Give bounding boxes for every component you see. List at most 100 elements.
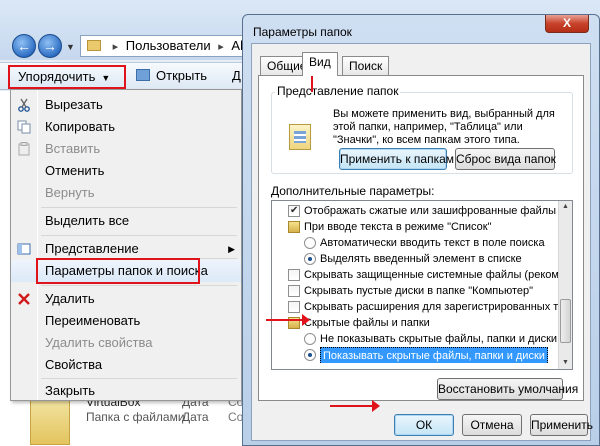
close-icon[interactable]: X (545, 15, 589, 33)
folder-icon (288, 221, 300, 233)
tab-view[interactable]: Вид (302, 52, 338, 76)
open-icon (136, 69, 150, 81)
dialog-title: Параметры папок (253, 25, 352, 39)
organize-button[interactable]: Упорядочить ▼ (8, 65, 126, 89)
setting-label: Скрывать защищенные системные файлы (рек… (304, 269, 558, 281)
setting-show-hidden[interactable]: Показывать скрытые файлы, папки и диски (272, 347, 558, 363)
setting-label: Отображать сжатые или зашифрованные файл… (304, 205, 558, 217)
file-type: Папка с файлами (86, 410, 185, 424)
menu-separator (41, 207, 237, 208)
forward-arrow-icon[interactable]: → (38, 34, 62, 58)
menu-item-label: Закрыть (45, 383, 96, 398)
menu-item-label: Удалить (45, 291, 95, 306)
chevron-down-icon: ▼ (101, 73, 111, 83)
scissors-icon (18, 98, 30, 112)
setting-label: Не показывать скрытые файлы, папки и дис… (320, 333, 558, 345)
breadcrumb-users[interactable]: Пользователи (126, 38, 211, 53)
scroll-down-icon[interactable]: ▼ (560, 357, 571, 369)
menu-item-label: Выделить все (45, 213, 130, 228)
scrollbar[interactable]: ▲ ▼ (558, 201, 572, 369)
cancel-button[interactable]: Отмена (462, 414, 522, 436)
radio-button[interactable] (304, 333, 316, 345)
menu-item-label: Вырезать (45, 97, 103, 112)
menu-item-paste[interactable]: Вставить (11, 138, 241, 160)
checkbox[interactable] (288, 269, 300, 281)
menu-item-close[interactable]: Закрыть (11, 380, 241, 402)
setting-show-compressed[interactable]: Отображать сжатые или зашифрованные файл… (272, 203, 558, 219)
setting-label: При вводе текста в режиме "Список" (304, 221, 492, 233)
menu-item-copy[interactable]: Копировать (11, 116, 241, 138)
checkbox[interactable] (288, 301, 300, 313)
breadcrumb-separator: ▸ (218, 41, 224, 53)
checkbox[interactable] (288, 285, 300, 297)
menu-separator (41, 235, 237, 236)
ok-button[interactable]: ОК (394, 414, 454, 436)
menu-item-select-all[interactable]: Выделить все (11, 210, 241, 232)
copy-icon (17, 120, 31, 134)
menu-item-label: Отменить (45, 163, 105, 178)
restore-defaults-button[interactable]: Восстановить умолчания (437, 378, 578, 400)
toolbar-clipped-button[interactable]: Д (232, 68, 241, 83)
submenu-arrow-icon: ▶ (228, 244, 235, 254)
reset-folders-button[interactable]: Сброс вида папок (455, 148, 556, 170)
organize-menu: Вырезать Копировать Вставить Отменить Ве… (10, 89, 242, 401)
setting-group-typing: При вводе текста в режиме "Список" (272, 219, 558, 235)
highlight-box-folder-options (36, 258, 200, 284)
menu-item-properties[interactable]: Свойства (11, 354, 241, 376)
setting-select-typed[interactable]: Выделять введенный элемент в списке (272, 251, 558, 267)
setting-label: Скрытые файлы и папки (304, 317, 430, 329)
radio-button[interactable] (304, 253, 316, 265)
menu-item-delete[interactable]: Удалить (11, 288, 241, 310)
setting-dont-show-hidden[interactable]: Не показывать скрытые файлы, папки и дис… (272, 331, 558, 347)
file-date-label: Дата (182, 410, 209, 424)
open-button[interactable]: Открыть (136, 68, 207, 83)
dialog-body: Общие Вид Поиск Представление папок Вы м… (251, 43, 593, 441)
view-tab-panel: Представление папок Вы можете применить … (258, 75, 584, 401)
menu-item-undo[interactable]: Отменить (11, 160, 241, 182)
paste-icon (18, 142, 30, 156)
menu-item-cut[interactable]: Вырезать (11, 94, 241, 116)
history-dropdown-icon[interactable]: ▼ (66, 42, 75, 52)
scroll-up-icon[interactable]: ▲ (560, 201, 571, 213)
folder-icon (30, 395, 70, 445)
menu-separator (41, 378, 237, 379)
menu-item-rename[interactable]: Переименовать (11, 310, 241, 332)
menu-item-label: Свойства (45, 357, 103, 372)
menu-item-label: Переименовать (45, 313, 141, 328)
menu-item-label: Представление (45, 241, 139, 256)
menu-separator (41, 285, 237, 286)
menu-item-label: Вернуть (45, 185, 95, 200)
menu-item-layout[interactable]: Представление ▶ (11, 238, 241, 260)
menu-item-label: Удалить свойства (45, 335, 153, 350)
setting-group-hidden: Скрытые файлы и папки (272, 315, 558, 331)
organize-label: Упорядочить (18, 69, 96, 84)
back-arrow-icon[interactable]: ← (12, 34, 36, 58)
checkbox[interactable] (288, 203, 300, 219)
menu-item-remove-properties[interactable]: Удалить свойства (11, 332, 241, 354)
advanced-settings-list[interactable]: Отображать сжатые или зашифрованные файл… (271, 200, 573, 370)
setting-hide-extensions[interactable]: Скрывать расширения для зарегистрированн… (272, 299, 558, 315)
annotation-arrow-right (330, 400, 380, 412)
advanced-settings-label: Дополнительные параметры: (271, 184, 435, 198)
setting-label: Скрывать расширения для зарегистрированн… (304, 301, 558, 313)
menu-item-label: Вставить (45, 141, 101, 156)
setting-hide-empty-drives[interactable]: Скрывать пустые диски в папке "Компьютер… (272, 283, 558, 299)
setting-label: Скрывать пустые диски в папке "Компьютер… (304, 285, 534, 297)
scrollbar-thumb[interactable] (560, 299, 571, 343)
setting-hide-protected[interactable]: Скрывать защищенные системные файлы (рек… (272, 267, 558, 283)
setting-auto-search[interactable]: Автоматически вводить текст в поле поиск… (272, 235, 558, 251)
apply-to-folders-button[interactable]: Применить к папкам (339, 148, 454, 170)
radio-button[interactable] (304, 237, 316, 249)
folder-options-dialog: Параметры папок X Общие Вид Поиск Предст… (242, 14, 600, 446)
radio-button[interactable] (304, 349, 316, 361)
menu-item-label: Копировать (45, 119, 115, 134)
setting-label: Выделять введенный элемент в списке (320, 253, 522, 265)
folder-icon (87, 40, 101, 51)
setting-label: Автоматически вводить текст в поле поиск… (320, 237, 545, 249)
menu-item-redo[interactable]: Вернуть (11, 182, 241, 204)
folder-view-icon (289, 124, 311, 150)
breadcrumb-separator: ▸ (112, 41, 119, 53)
tab-search[interactable]: Поиск (342, 56, 390, 76)
delete-icon (18, 293, 30, 305)
apply-button[interactable]: Применить (530, 414, 593, 436)
